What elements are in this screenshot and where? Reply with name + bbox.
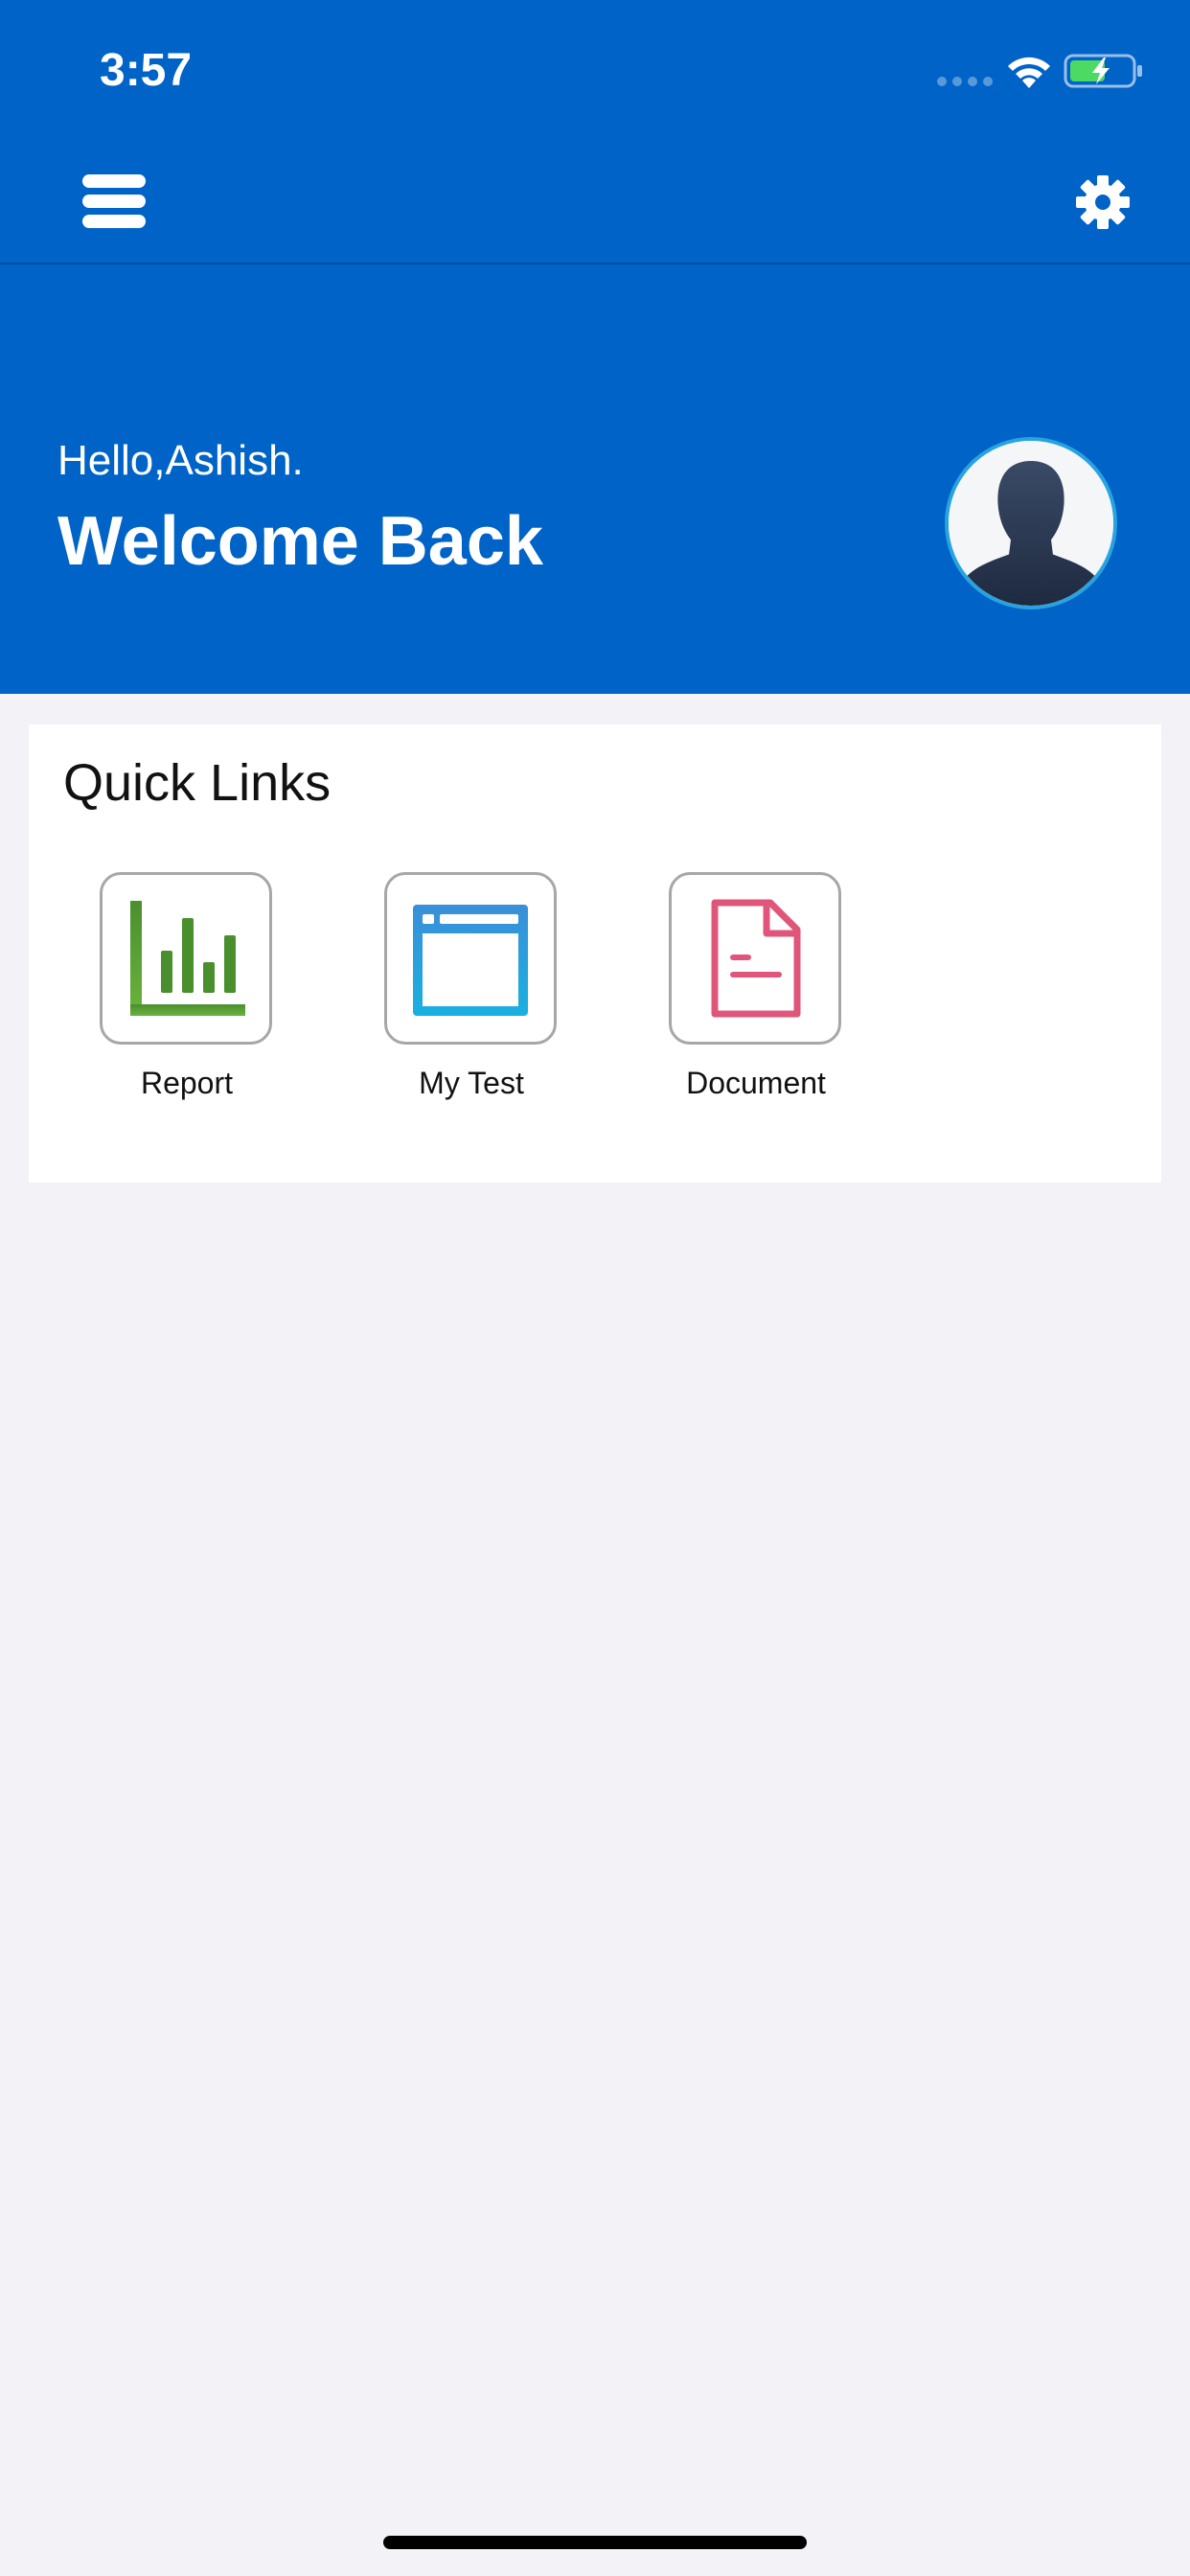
top-header-area: 3:57 Hello,Ashish. Welcome Back xyxy=(0,0,1190,694)
browser-window-icon xyxy=(413,905,528,1016)
document-icon xyxy=(711,899,801,1018)
status-bar: 3:57 xyxy=(0,0,1190,134)
wifi-icon xyxy=(1008,57,1050,88)
quick-links-card: Quick Links Report My Test Document xyxy=(29,724,1161,1183)
quick-link-document[interactable]: Document xyxy=(641,872,871,1121)
report-label: Report xyxy=(140,1066,234,1100)
document-label: Document xyxy=(686,1066,826,1100)
welcome-title: Welcome Back xyxy=(57,503,543,580)
quick-link-report[interactable]: Report xyxy=(72,872,302,1121)
hamburger-menu-icon[interactable] xyxy=(82,172,146,230)
document-tile-box[interactable] xyxy=(669,872,841,1045)
navigation-bar xyxy=(0,134,1190,264)
quick-links-title: Quick Links xyxy=(63,754,332,812)
bar-chart-icon xyxy=(130,901,245,1016)
cellular-signal-icon xyxy=(937,77,995,90)
battery-charging-icon xyxy=(1064,54,1142,88)
my-test-tile-box[interactable] xyxy=(384,872,557,1045)
home-indicator xyxy=(383,2536,807,2549)
status-time: 3:57 xyxy=(100,45,193,96)
gear-icon[interactable] xyxy=(1075,174,1131,230)
user-silhouette-icon xyxy=(949,441,1113,606)
report-tile-box[interactable] xyxy=(100,872,272,1045)
quick-link-my-test[interactable]: My Test xyxy=(356,872,586,1121)
welcome-header: Hello,Ashish. Welcome Back xyxy=(0,266,1190,694)
avatar[interactable] xyxy=(945,437,1117,610)
greeting-text: Hello,Ashish. xyxy=(57,437,304,484)
my-test-label: My Test xyxy=(419,1066,524,1100)
